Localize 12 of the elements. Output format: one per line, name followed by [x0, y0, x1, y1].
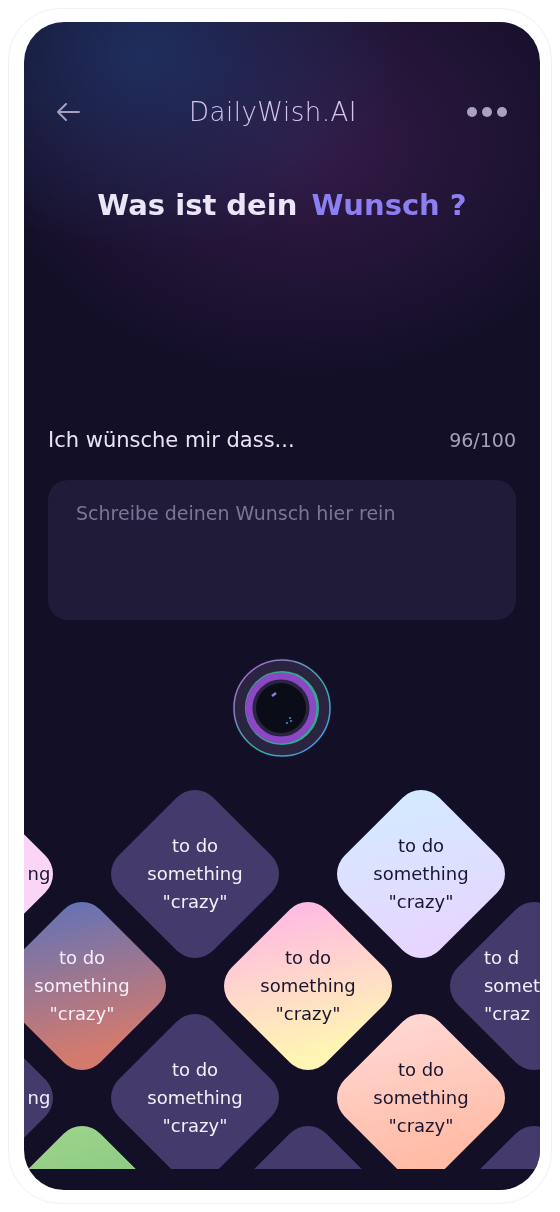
- wish-suggestion[interactable]: to do something "crazy": [373, 832, 469, 916]
- glowing-ring-icon: [232, 658, 332, 758]
- wish-suggestion[interactable]: ng: [27, 1084, 51, 1112]
- character-counter: 96/100: [449, 429, 516, 451]
- more-icon: [466, 106, 508, 118]
- back-arrow-icon: [56, 103, 80, 121]
- app-title: DailyWish.AI: [189, 97, 357, 127]
- wish-suggestion[interactable]: ng: [27, 860, 51, 888]
- wish-label: Ich wünsche mir dass...: [48, 428, 295, 452]
- wish-input-field[interactable]: Schreibe deinen Wunsch hier rein: [48, 480, 516, 620]
- heading-highlight: Wunsch ?: [311, 188, 467, 222]
- heading-text: Was ist dein: [97, 188, 298, 222]
